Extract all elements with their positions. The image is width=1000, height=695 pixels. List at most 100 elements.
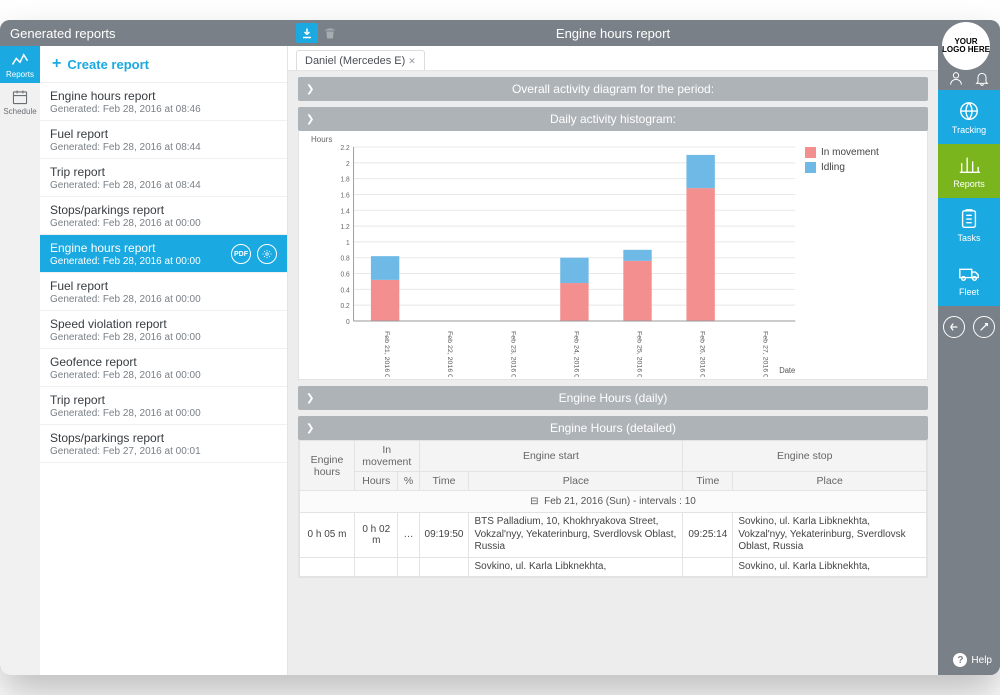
report-item[interactable]: Engine hours report Generated: Feb 28, 2… [40,83,287,121]
table-row: 0 h 05 m0 h 02 m… 09:19:50BTS Palladium,… [300,513,927,558]
sidebar-title: Generated reports [0,20,288,46]
table-group-row[interactable]: ⊟ Feb 21, 2016 (Sun) - intervals : 10 [300,491,927,513]
svg-text:1.8: 1.8 [340,177,349,184]
chevron-right-icon: ❯ [306,393,314,404]
svg-text:2: 2 [346,161,350,168]
help-button[interactable]: ? Help [938,647,1000,675]
tool-button-2[interactable] [973,316,995,338]
panel-histogram-header[interactable]: ❯ Daily activity histogram: [298,107,928,131]
panel-daily[interactable]: ❯ Engine Hours (daily) [298,386,928,410]
svg-text:Feb 24, 2016 0…: Feb 24, 2016 0… [572,331,579,377]
help-icon: ? [953,653,967,667]
report-title: Stops/parkings report [50,431,277,445]
col-in-movement: In movement [355,441,420,472]
report-title: Stops/parkings report [50,203,277,217]
report-title: Engine hours report [50,241,201,255]
svg-text:1.4: 1.4 [340,208,349,215]
svg-text:Feb 26, 2016 0…: Feb 26, 2016 0… [699,331,706,377]
report-title: Engine hours report [50,89,277,103]
logo-placeholder: YOUR LOGO HERE [942,22,990,70]
reports-sidebar: + Create report Engine hours report Gene… [40,46,288,675]
report-item[interactable]: Geofence report Generated: Feb 28, 2016 … [40,349,287,387]
chart-legend: In movement Idling [801,137,921,377]
report-subtitle: Generated: Feb 28, 2016 at 08:46 [50,104,277,115]
legend-swatch-movement [805,147,816,158]
chevron-down-icon: ❯ [306,114,314,125]
legend-swatch-idling [805,162,816,173]
report-title: Trip report [50,393,277,407]
svg-text:0.6: 0.6 [340,271,349,278]
topbar: Generated reports Engine hours report YO… [0,20,1000,46]
report-subtitle: Generated: Feb 28, 2016 at 00:00 [50,294,277,305]
report-title: Speed violation report [50,317,277,331]
report-item[interactable]: Stops/parkings report Generated: Feb 27,… [40,425,287,463]
svg-text:0: 0 [346,319,350,326]
report-title: Fuel report [50,279,277,293]
svg-text:1.2: 1.2 [340,224,349,231]
nav-tracking[interactable]: Tracking [938,90,1000,144]
engine-hours-table: Engine hours In movement Engine start En… [298,440,928,578]
plus-icon: + [52,55,61,73]
report-subtitle: Generated: Feb 28, 2016 at 00:00 [50,370,277,381]
report-item[interactable]: Fuel report Generated: Feb 28, 2016 at 0… [40,273,287,311]
report-item[interactable]: Trip report Generated: Feb 28, 2016 at 0… [40,387,287,425]
report-item[interactable]: Trip report Generated: Feb 28, 2016 at 0… [40,159,287,197]
leftnav-reports[interactable]: Reports [0,46,40,83]
nav-reports[interactable]: Reports [938,144,1000,198]
chevron-right-icon: ❯ [306,84,314,95]
delete-button[interactable] [322,25,338,41]
panel-detailed-header[interactable]: ❯ Engine Hours (detailed) [298,416,928,440]
report-subtitle: Generated: Feb 28, 2016 at 08:44 [50,142,277,153]
svg-text:Feb 25, 2016 0…: Feb 25, 2016 0… [636,331,643,377]
report-subtitle: Generated: Feb 28, 2016 at 00:00 [50,408,277,419]
svg-text:0.4: 0.4 [340,287,349,294]
report-subtitle: Generated: Feb 27, 2016 at 00:01 [50,446,277,457]
right-nav: Tracking Reports Tasks Fleet ? Help [938,46,1000,675]
nav-tasks[interactable]: Tasks [938,198,1000,252]
page-title: Engine hours report [556,26,670,41]
report-item[interactable]: Fuel report Generated: Feb 28, 2016 at 0… [40,121,287,159]
report-item[interactable]: Stops/parkings report Generated: Feb 28,… [40,197,287,235]
svg-text:1: 1 [346,240,350,247]
report-subtitle: Generated: Feb 28, 2016 at 00:00 [50,256,201,267]
svg-text:0.8: 0.8 [340,256,349,263]
report-subtitle: Generated: Feb 28, 2016 at 08:44 [50,180,277,191]
report-title: Geofence report [50,355,277,369]
report-title: Fuel report [50,127,277,141]
panel-overall[interactable]: ❯ Overall activity diagram for the perio… [298,77,928,101]
tab-row: Daniel (Mercedes E) ✕ [288,46,938,71]
report-item[interactable]: Engine hours report Generated: Feb 28, 2… [40,235,287,273]
bell-icon[interactable] [974,70,990,86]
download-button[interactable] [296,23,318,43]
tab-vehicle[interactable]: Daniel (Mercedes E) ✕ [296,50,425,70]
col-engine-stop: Engine stop [683,441,927,472]
create-report-button[interactable]: + Create report [40,46,287,83]
svg-text:Date: Date [779,366,795,375]
close-icon[interactable]: ✕ [408,56,416,67]
tool-button-1[interactable] [943,316,965,338]
report-title: Trip report [50,165,277,179]
svg-text:2.2: 2.2 [340,145,349,152]
left-icon-column: Reports Schedule [0,46,40,675]
chevron-down-icon: ❯ [306,423,314,434]
user-icon[interactable] [948,70,964,86]
gear-icon[interactable] [257,244,277,264]
table-row: Sovkino, ul. Karla Libknekhta, Sovkino, … [300,557,927,577]
histogram-chart: Hours 00.20.40.60.811.21.41.61.822.2Feb … [298,131,928,380]
svg-text:Feb 23, 2016 0…: Feb 23, 2016 0… [509,331,516,377]
svg-text:Feb 21, 2016 0…: Feb 21, 2016 0… [383,331,390,377]
svg-text:Feb 22, 2016 0…: Feb 22, 2016 0… [446,331,453,377]
leftnav-label: Reports [6,70,34,79]
leftnav-schedule[interactable]: Schedule [0,83,40,120]
col-engine-hours: Engine hours [300,441,355,491]
pdf-button[interactable]: PDF [231,244,251,264]
nav-fleet[interactable]: Fleet [938,252,1000,306]
svg-text:Feb 27, 2016 0…: Feb 27, 2016 0… [762,331,769,377]
col-engine-start: Engine start [419,441,683,472]
report-subtitle: Generated: Feb 28, 2016 at 00:00 [50,218,277,229]
svg-text:1.6: 1.6 [340,192,349,199]
report-item[interactable]: Speed violation report Generated: Feb 28… [40,311,287,349]
report-subtitle: Generated: Feb 28, 2016 at 00:00 [50,332,277,343]
main-content: Daniel (Mercedes E) ✕ ❯ Overall activity… [288,46,938,675]
leftnav-label: Schedule [3,107,36,116]
